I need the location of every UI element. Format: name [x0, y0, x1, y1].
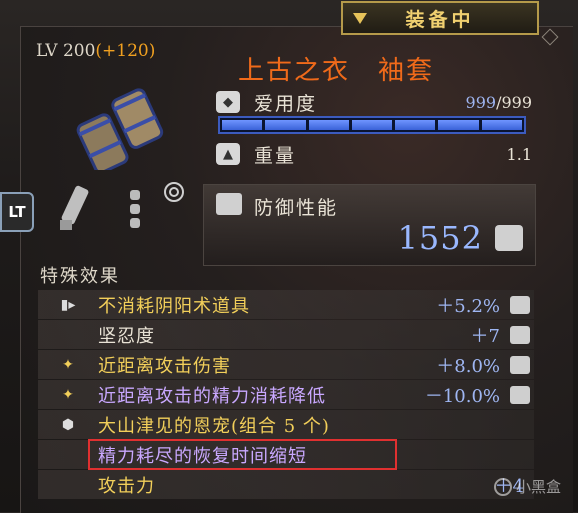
durability-bar-segment	[222, 120, 263, 130]
level-label: LV 200	[36, 41, 96, 61]
effect-label: 攻击力	[98, 475, 155, 497]
effect-row: ✦ 近距离攻击伤害 ＋8.0%	[38, 350, 534, 379]
item-name: 上古之衣 袖套	[238, 56, 435, 86]
durability-bar	[218, 116, 526, 134]
effect-row: 攻击力 ＋4	[38, 470, 534, 499]
upgrade-gem-icon	[510, 325, 530, 344]
defense-icon	[216, 193, 242, 215]
durability-current: 999	[465, 92, 497, 112]
upgrade-gem-icon	[510, 355, 530, 374]
effect-row: 坚忍度 ＋7	[38, 320, 534, 349]
durability-row: ◆ 爱用度 999/999	[216, 88, 532, 116]
lt-button-badge[interactable]: LT	[0, 192, 34, 232]
effect-label: 大山津见的恩宠(组合 5 个)	[98, 415, 330, 437]
equipped-status-label: 装备中	[405, 8, 475, 31]
set-bonus-icon: ⬢	[61, 416, 75, 433]
weight-icon: ▲	[216, 143, 240, 165]
upgrade-gem-icon	[510, 385, 530, 404]
talisman-icon: ▮▸	[60, 296, 76, 313]
watermark: 小黑盒	[494, 476, 561, 497]
arm-armor-icon	[60, 185, 89, 230]
effect-label: 坚忍度	[98, 325, 155, 347]
target-icon	[164, 182, 184, 202]
star-icon: ✦	[62, 356, 74, 373]
gear-slot-icons	[60, 182, 184, 230]
watermark-logo-icon	[494, 477, 512, 496]
effect-value: ＋5.2%	[436, 295, 500, 317]
defense-panel: 防御性能 1552	[203, 184, 536, 266]
triangle-down-icon	[353, 13, 367, 24]
effect-row: ⬢ 大山津见的恩宠(组合 5 个)	[38, 410, 534, 439]
durability-bar-segment	[351, 120, 393, 130]
effect-label: 近距离攻击伤害	[98, 355, 231, 377]
durability-value: 999/999	[466, 93, 532, 112]
durability-icon: ◆	[216, 91, 240, 113]
durability-bar-segment	[395, 120, 436, 130]
effect-value: ＋8.0%	[436, 355, 500, 377]
defense-upgrade-icon	[495, 225, 523, 251]
weight-label: 重量	[254, 144, 297, 167]
weight-value: 1.1	[506, 144, 532, 164]
effect-value: －10.0%	[424, 385, 500, 407]
level-bonus: (+120)	[95, 41, 156, 61]
durability-label: 爱用度	[254, 92, 318, 115]
equipped-status-tab[interactable]: 装备中	[341, 1, 539, 35]
gauntlet-item-image	[76, 88, 164, 170]
defense-label: 防御性能	[254, 197, 339, 219]
durability-bar-segment	[438, 120, 479, 130]
effect-label: 近距离攻击的精力消耗降低	[98, 385, 326, 407]
defense-value: 1552	[397, 219, 483, 257]
highlight-box	[88, 439, 397, 470]
effect-row: ✦ 近距离攻击的精力消耗降低 －10.0%	[38, 380, 534, 409]
upgrade-gem-icon	[510, 295, 530, 314]
effect-value: ＋7	[470, 325, 500, 347]
durability-bar-segment	[265, 120, 306, 130]
weight-row: ▲ 重量 1.1	[216, 140, 532, 168]
watermark-text: 小黑盒	[516, 478, 562, 496]
effect-label: 不消耗阴阳术道具	[98, 295, 250, 317]
effect-row: ▮▸ 不消耗阴阳术道具 ＋5.2%	[38, 290, 534, 319]
durability-bar-segment	[308, 120, 349, 130]
special-effects-title: 特殊效果	[40, 266, 120, 287]
armor-set-icon	[130, 190, 140, 228]
star-icon: ✦	[62, 386, 74, 403]
durability-bar-segment	[481, 120, 522, 130]
item-level: LV 200(+120)	[36, 41, 155, 61]
durability-max: /999	[496, 92, 532, 112]
